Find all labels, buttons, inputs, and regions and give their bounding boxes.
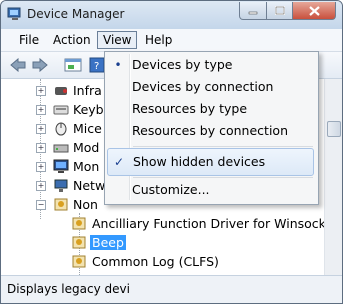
expand-icon[interactable]: +	[36, 124, 46, 134]
monitor-icon	[53, 159, 69, 173]
menu-item-show-hidden-devices[interactable]: ✓ Show hidden devices	[107, 148, 314, 176]
window-title: Device Manager	[27, 7, 125, 21]
menu-item-customize[interactable]: Customize...	[107, 179, 314, 201]
properties-button[interactable]	[64, 56, 82, 74]
window-controls	[239, 2, 336, 20]
menu-item-devices-by-connection[interactable]: Devices by connection	[107, 76, 314, 98]
vertical-scrollbar[interactable]	[324, 79, 342, 275]
expand-icon[interactable]: +	[36, 181, 46, 191]
keyboard-icon	[53, 105, 69, 115]
back-button[interactable]	[9, 56, 27, 74]
svg-text:?: ?	[94, 61, 99, 72]
back-icon	[10, 58, 26, 72]
tree-child-item[interactable]: Common Log (CLFS)	[1, 252, 321, 271]
status-text: Displays legacy devi	[7, 282, 130, 296]
menu-item-resources-by-type[interactable]: Resources by type	[107, 98, 314, 120]
expand-icon[interactable]: +	[36, 162, 46, 172]
help-icon: ?	[89, 57, 105, 73]
close-icon	[308, 5, 320, 16]
maximize-button[interactable]	[267, 2, 293, 20]
selected-item-label: Beep	[90, 235, 126, 250]
close-button[interactable]	[293, 2, 336, 20]
maximize-icon	[274, 6, 285, 15]
driver-icon	[72, 255, 86, 268]
menu-view[interactable]: View	[97, 31, 138, 49]
minimize-icon	[248, 11, 258, 14]
view-menu-dropdown: • Devices by type Devices by connection …	[104, 51, 319, 205]
network-icon	[54, 179, 68, 192]
menu-bar: File Action View Help	[1, 29, 342, 52]
expand-icon[interactable]: +	[36, 105, 46, 115]
radio-dot-icon: •	[114, 58, 122, 72]
device-manager-app-icon	[7, 7, 21, 20]
driver-icon	[72, 236, 86, 249]
menu-item-devices-by-type[interactable]: • Devices by type	[107, 54, 314, 76]
non-pnp-icon	[54, 198, 68, 211]
forward-button[interactable]	[31, 56, 49, 74]
title-bar[interactable]: Device Manager	[1, 1, 342, 29]
tree-child-item[interactable]: Ancilliary Function Driver for Winsock	[1, 214, 326, 233]
forward-icon	[32, 58, 48, 72]
minimize-button[interactable]	[239, 2, 267, 20]
properties-icon	[64, 58, 82, 72]
driver-icon	[72, 217, 86, 230]
menu-separator	[133, 146, 313, 147]
scrollbar-thumb[interactable]	[327, 121, 341, 137]
mouse-icon	[55, 122, 67, 136]
menu-item-resources-by-connection[interactable]: Resources by connection	[107, 120, 314, 142]
expand-icon[interactable]: +	[36, 143, 46, 153]
checkmark-icon: ✓	[113, 155, 125, 169]
menu-separator	[133, 177, 313, 178]
tree-child-item[interactable]: Beep	[1, 233, 321, 252]
modem-icon	[53, 144, 69, 153]
expand-icon[interactable]: +	[36, 86, 46, 96]
menu-action[interactable]: Action	[48, 31, 96, 49]
status-bar: Displays legacy devi	[1, 275, 342, 303]
menu-file[interactable]: File	[14, 31, 44, 49]
device-manager-window: Device Manager File Action View Help ? +…	[0, 0, 343, 304]
collapse-icon[interactable]: −	[36, 200, 46, 210]
infrared-icon	[55, 87, 67, 95]
menu-help[interactable]: Help	[140, 31, 177, 49]
